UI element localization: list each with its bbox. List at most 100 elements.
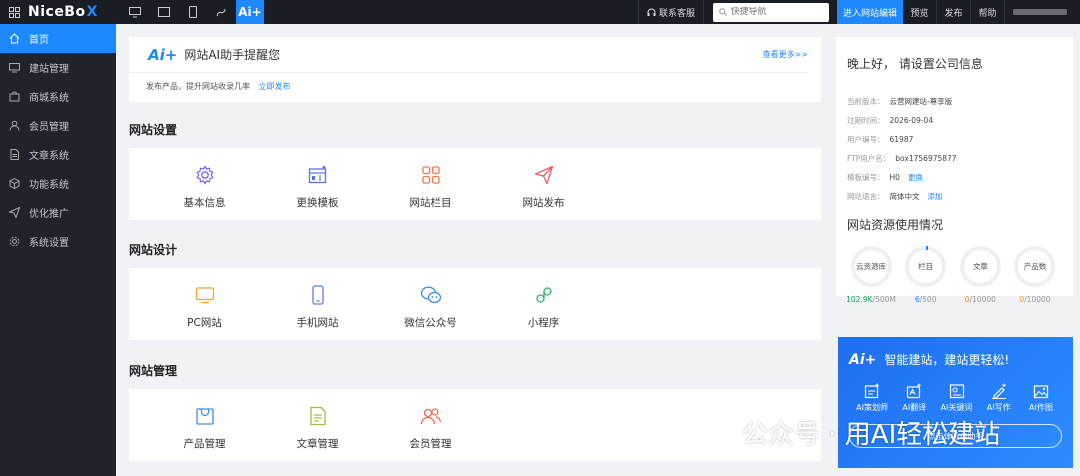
send-icon [9, 207, 20, 218]
ai-translate-icon [907, 383, 922, 399]
resource-usage: 云资源库 102.9K/500M 栏目 6/500 文章 0/10000 产品数… [846, 246, 1062, 304]
wechat-logo-icon [696, 417, 733, 446]
promo-title: 智能建站，建站更轻松! [884, 353, 1010, 367]
tablet-preview-icon[interactable] [149, 0, 178, 24]
view-more-link[interactable]: 查看更多>> [763, 49, 808, 60]
tile-change-template[interactable]: 更换模板 [261, 148, 374, 220]
sidebar-item-store[interactable]: 商城系统 [0, 82, 116, 111]
design-card: PC网站 手机网站 微信公众号 小程序 [129, 268, 821, 340]
edit-site-button[interactable]: 进入网站编辑 [837, 0, 903, 24]
resource-columns: 栏目 6/500 [902, 246, 950, 304]
headset-icon [647, 8, 656, 16]
sidebar-item-members[interactable]: 会员管理 [0, 111, 116, 140]
main-content: Ai+ 网站AI助手提醒您 查看更多>> 发布产品，提升网站收录几率 立即发布 … [116, 24, 831, 476]
sidebar-item-articles[interactable]: 文章系统 [0, 140, 116, 169]
apps-grid-icon[interactable] [0, 0, 28, 24]
ai-tip-text: 发布产品，提升网站收录几率 [146, 82, 250, 91]
tile-member-manage[interactable]: 会员管理 [374, 389, 487, 461]
wechat-icon [420, 286, 441, 304]
search-icon [718, 8, 727, 16]
gear-icon [9, 236, 20, 247]
monitor-icon [9, 63, 20, 73]
ai-keyword-icon [949, 384, 964, 399]
tile-site-columns[interactable]: 网站栏目 [374, 148, 487, 220]
tile-site-publish[interactable]: 网站发布 [487, 148, 600, 220]
section-title-settings: 网站设置 [129, 123, 178, 137]
nicebox-logo[interactable]: NiceBo X [28, 0, 120, 24]
ai-assistant-banner: Ai+ 网站AI助手提醒您 查看更多>> 发布产品，提升网站收录几率 立即发布 [129, 37, 821, 102]
tile-basic-info[interactable]: 基本信息 [148, 148, 261, 220]
resource-products: 产品数 0/10000 [1011, 246, 1059, 304]
ai-planner-icon [864, 383, 879, 399]
resource-ring: 云资源库 [850, 246, 892, 287]
account-panel: 晚上好， 请设置公司信息 当前版本： 云营网建站-尊享版 过期时间： 2026-09… [836, 37, 1073, 304]
resource-cloud: 云资源库 102.9K/500M [846, 246, 896, 304]
info-row-expiry: 过期时间： 2026-09-04 [847, 116, 934, 125]
publish-button[interactable]: 发布 [937, 0, 971, 24]
members-icon [420, 408, 441, 425]
home-icon [9, 33, 20, 44]
sidebar-item-site-build[interactable]: 建站管理 [0, 53, 116, 82]
info-row-user-id: 用户编号： 61987 [847, 135, 914, 144]
account-info: 当前版本： 云营网建站-尊享版 过期时间： 2026-09-04 用户编号： 6198… [847, 92, 1062, 206]
sidebar: 首页 建站管理 商城系统 会员管理 文章系统 功能系统 优化推广 系统设置 [0, 24, 116, 476]
mobile-preview-icon[interactable] [178, 0, 207, 24]
cube-icon [9, 178, 20, 189]
sidebar-item-functions[interactable]: 功能系统 [0, 169, 116, 198]
mini-program-icon[interactable] [207, 0, 236, 24]
section-title-design: 网站设计 [129, 243, 178, 257]
ai-banner-title: 网站AI助手提醒您 [184, 48, 281, 62]
wechat-watermark: 公众号 · 用AI轻松建站 [696, 413, 1000, 451]
paper-plane-icon [534, 165, 553, 185]
info-row-ftp: FTP用户名： box1756975877 [847, 154, 957, 163]
feature-ai-keyword[interactable]: AI关键词 [935, 383, 977, 413]
feature-ai-write[interactable]: AI写作 [978, 383, 1020, 413]
user-account[interactable] [1005, 0, 1080, 24]
resources-title: 网站资源使用情况 [847, 218, 944, 232]
tile-wechat-official[interactable]: 微信公众号 [374, 268, 487, 340]
sidebar-item-settings[interactable]: 系统设置 [0, 227, 116, 256]
info-row-language: 网站语言： 简体中文 添加 [847, 191, 943, 202]
ai-logo: Ai+ [148, 45, 178, 64]
file-text-icon [309, 406, 326, 426]
resource-articles: 文章 0/10000 [956, 246, 1004, 304]
store-icon [9, 91, 20, 102]
publish-now-link[interactable]: 立即发布 [259, 82, 291, 91]
greeting: 晚上好， 请设置公司信息 [847, 57, 983, 71]
ai-write-icon [991, 383, 1006, 399]
resource-ring: 产品数 [1014, 246, 1056, 287]
bag-icon [195, 408, 214, 425]
quick-nav-input[interactable] [730, 7, 821, 17]
promo-ai-logo: Ai+ [849, 351, 877, 368]
section-title-manage: 网站管理 [129, 364, 178, 378]
sidebar-item-home[interactable]: 首页 [0, 24, 116, 53]
sidebar-item-seo[interactable]: 优化推广 [0, 198, 116, 227]
desktop-icon [195, 287, 214, 304]
document-icon [10, 149, 19, 160]
template-icon [308, 165, 326, 184]
change-template-link[interactable]: 更换 [908, 172, 923, 183]
info-row-version: 当前版本： 云营网建站-尊享版 [847, 97, 953, 106]
ai-image-icon [1033, 385, 1049, 399]
add-language-link[interactable]: 添加 [928, 191, 943, 202]
quick-nav-search[interactable] [712, 2, 829, 22]
tile-pc-site[interactable]: PC网站 [148, 268, 261, 340]
preview-button[interactable]: 预览 [903, 0, 937, 24]
resource-ring: 栏目 [905, 246, 947, 287]
tile-mobile-site[interactable]: 手机网站 [261, 268, 374, 340]
desktop-preview-icon[interactable] [120, 0, 149, 24]
mobile-icon [311, 285, 324, 305]
grid-icon [421, 166, 440, 184]
feature-ai-planner[interactable]: AI策划师 [851, 383, 893, 413]
feature-ai-image[interactable]: AI作图 [1020, 383, 1062, 413]
top-bar: NiceBoX Ai+ 联系客服 进入网站编辑 预览 发布 帮助 [0, 0, 1080, 24]
support-link[interactable]: 联系客服 [638, 0, 704, 24]
settings-card: 基本信息 更换模板 网站栏目 网站发布 [129, 148, 821, 220]
tile-article-manage[interactable]: 文章管理 [261, 389, 374, 461]
feature-ai-translate[interactable]: AI翻译 [893, 383, 935, 413]
ai-button[interactable]: Ai+ [236, 0, 264, 24]
tile-product-manage[interactable]: 产品管理 [148, 389, 261, 461]
tile-mini-program[interactable]: 小程序 [487, 268, 600, 340]
help-button[interactable]: 帮助 [971, 0, 1005, 24]
users-icon [9, 120, 20, 131]
